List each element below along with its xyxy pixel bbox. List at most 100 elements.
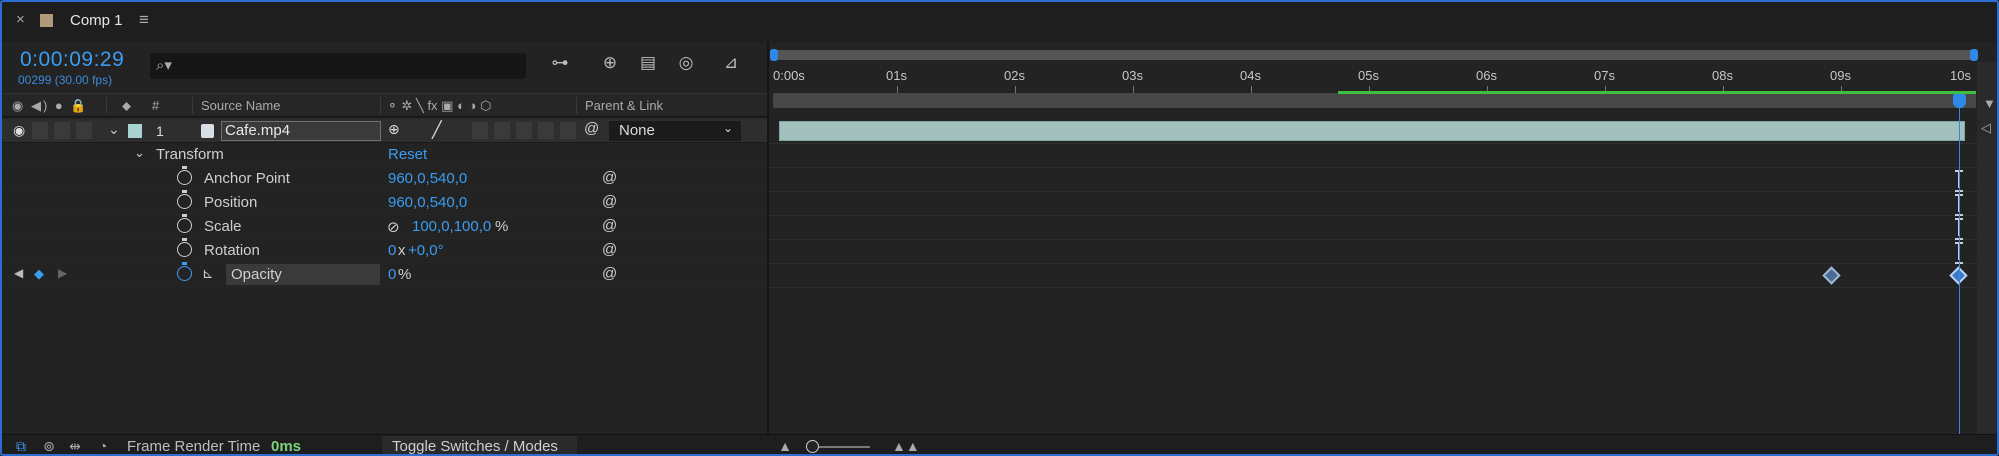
layer-number: 1 xyxy=(156,123,164,139)
time-navigator-start-handle[interactable] xyxy=(770,49,778,61)
column-divider xyxy=(380,97,381,114)
motion-blur-icon[interactable]: ◎ xyxy=(674,53,698,77)
rotation-revolutions-value[interactable]: 0 xyxy=(388,242,396,259)
property-row-scale[interactable]: Scale ⊘ 100,0,100,0 % @ xyxy=(2,214,769,239)
pickwhip-icon[interactable]: @ xyxy=(602,169,617,186)
layer-column-headers: ◉ ◀) ● 🔒 ⬥ # Source Name ⚬ ✲ ╲ fx ▣ ◐ ◑ … xyxy=(2,93,769,117)
lock-switch[interactable] xyxy=(76,122,92,139)
time-navigator-end-handle[interactable] xyxy=(1970,49,1978,61)
time-ruler-tick-label: 02s xyxy=(1004,68,1025,83)
property-unit: % xyxy=(398,266,412,283)
layer-name-field[interactable]: Cafe.mp4 xyxy=(221,121,381,141)
frame-render-value: 0ms xyxy=(271,438,302,455)
expand-chevron-icon[interactable]: ⌄ xyxy=(108,121,120,138)
transfer-controls-icon[interactable]: ⊚ xyxy=(40,438,58,454)
panel-tab-bar: × Comp 1 ≡ xyxy=(2,2,1997,42)
time-ruler-tick-label: 09s xyxy=(1830,68,1851,83)
pickwhip-icon[interactable]: @ xyxy=(602,193,617,210)
transform-group-row[interactable]: ⌄ Transform Reset xyxy=(2,143,769,167)
transform-label: Transform xyxy=(156,146,224,163)
render-time-icon[interactable]: ◔ xyxy=(94,438,112,454)
solo-switch[interactable] xyxy=(54,122,70,139)
stopwatch-icon[interactable] xyxy=(177,238,192,257)
composition-flowchart-icon[interactable]: ⊶ xyxy=(548,53,572,77)
layer-marker-icon[interactable]: ◁ xyxy=(1981,120,1991,136)
zoom-in-icon[interactable]: ▲▲ xyxy=(892,438,920,454)
property-value[interactable]: 0 xyxy=(388,266,396,283)
zoom-slider-knob[interactable] xyxy=(806,440,819,453)
layer-switches-icon[interactable]: ⧉ xyxy=(12,438,30,454)
parent-link-select[interactable]: None ⌄ xyxy=(609,121,741,141)
property-row-anchor-point[interactable]: Anchor Point 960,0,540,0 @ xyxy=(2,166,769,191)
switches-header-icons[interactable]: ⚬ ✲ ╲ fx ▣ ◐ ◑ ⬡ xyxy=(387,98,491,114)
frame-blend-switch[interactable] xyxy=(494,122,510,139)
current-time-indicator[interactable] xyxy=(1959,108,1960,434)
work-area-bar[interactable] xyxy=(773,93,1976,108)
property-label: Scale xyxy=(204,218,242,235)
next-keyframe-icon[interactable]: ▶ xyxy=(58,266,67,280)
parent-link-header[interactable]: Parent & Link xyxy=(585,98,663,113)
time-navigator-bar[interactable] xyxy=(770,49,1978,61)
property-row-opacity[interactable]: ◀ ◆ ▶ ⊾ Opacity 0 % @ xyxy=(2,262,769,287)
pickwhip-icon[interactable]: @ xyxy=(602,241,617,258)
frame-blending-icon[interactable]: ▤ xyxy=(636,53,660,77)
eye-icon[interactable]: ◉ xyxy=(13,122,25,139)
pickwhip-icon[interactable]: @ xyxy=(584,120,599,137)
quality-switch-icon[interactable]: ╱ xyxy=(432,120,442,140)
current-time-display[interactable]: 0:00:09:29 xyxy=(20,48,124,72)
timeline-row-divider xyxy=(769,167,1997,168)
timeline-row-divider xyxy=(769,215,1997,216)
parent-select-value: None xyxy=(619,122,655,139)
stopwatch-icon[interactable] xyxy=(177,214,192,233)
prev-keyframe-icon[interactable]: ◀ xyxy=(14,266,23,280)
keyframe-diamond[interactable] xyxy=(1822,266,1841,285)
comp-marker-bin-icon[interactable]: ▼ xyxy=(1983,96,1996,111)
toggle-switches-modes-button[interactable]: Toggle Switches / Modes xyxy=(382,436,577,454)
adjustment-switch[interactable] xyxy=(538,122,554,139)
shy-switch-icon[interactable]: ⊕ xyxy=(388,121,400,138)
time-ruler-tick-label: 04s xyxy=(1240,68,1261,83)
motion-blur-switch[interactable] xyxy=(516,122,532,139)
layer-label-color[interactable] xyxy=(128,124,142,138)
property-value[interactable]: 960,0,540,0 xyxy=(388,194,467,211)
time-ruler-tick-label: 06s xyxy=(1476,68,1497,83)
layer-search-input[interactable]: ⌕▾ xyxy=(150,53,526,79)
audio-switch[interactable] xyxy=(32,122,48,139)
property-value[interactable]: 100,0,100,0 xyxy=(412,218,491,235)
layer-row[interactable]: ◉ ⌄ 1 Cafe.mp4 ⊕ ╱ @ None ⌄ xyxy=(2,119,769,143)
source-name-header[interactable]: Source Name xyxy=(201,98,280,113)
current-time-indicator-handle[interactable] xyxy=(1953,94,1966,108)
graph-icon[interactable]: ⊾ xyxy=(202,265,214,282)
panel-menu-icon[interactable]: ≡ xyxy=(139,10,149,30)
rotation-degrees-value[interactable]: +0,0° xyxy=(408,242,444,259)
property-label: Rotation xyxy=(204,242,260,259)
add-keyframe-icon[interactable]: ◆ xyxy=(34,266,44,282)
shy-layers-icon[interactable]: ⊕ xyxy=(598,53,622,77)
frame-rate-info: 00299 (30.00 fps) xyxy=(18,73,113,87)
time-ruler-tick-label: 03s xyxy=(1122,68,1143,83)
av-switch-icons[interactable]: ◉ ◀) ● 🔒 xyxy=(12,98,89,114)
property-row-rotation[interactable]: Rotation 0 x +0,0° @ xyxy=(2,238,769,263)
number-column-header[interactable]: # xyxy=(152,98,159,113)
stopwatch-icon[interactable] xyxy=(177,190,192,209)
property-value[interactable]: 960,0,540,0 xyxy=(388,170,467,187)
rotation-separator: x xyxy=(398,242,406,259)
in-out-stretch-icon[interactable]: ⇹ xyxy=(66,438,84,454)
timeline-area[interactable]: 0:00s 01s 02s 03s 04s 05s 06s 07s 08s 09… xyxy=(769,42,1997,434)
3d-layer-switch[interactable] xyxy=(560,122,576,139)
constrain-proportions-icon[interactable]: ⊘ xyxy=(387,218,400,236)
close-tab-icon[interactable]: × xyxy=(16,11,25,28)
label-tag-icon[interactable]: ⬥ xyxy=(122,98,131,114)
property-row-position[interactable]: Position 960,0,540,0 @ xyxy=(2,190,769,215)
pickwhip-icon[interactable]: @ xyxy=(602,265,617,282)
tab-comp-1[interactable]: Comp 1 xyxy=(70,12,123,29)
zoom-out-icon[interactable]: ▲ xyxy=(776,438,794,454)
expand-chevron-icon[interactable]: ⌄ xyxy=(134,145,145,161)
stopwatch-icon[interactable] xyxy=(177,262,192,281)
graph-editor-icon[interactable]: ⊿ xyxy=(719,53,743,77)
stopwatch-icon[interactable] xyxy=(177,166,192,185)
pickwhip-icon[interactable]: @ xyxy=(602,217,617,234)
layer-duration-bar[interactable] xyxy=(779,121,1965,141)
transform-reset-link[interactable]: Reset xyxy=(388,146,427,163)
effect-switch[interactable] xyxy=(472,122,488,139)
